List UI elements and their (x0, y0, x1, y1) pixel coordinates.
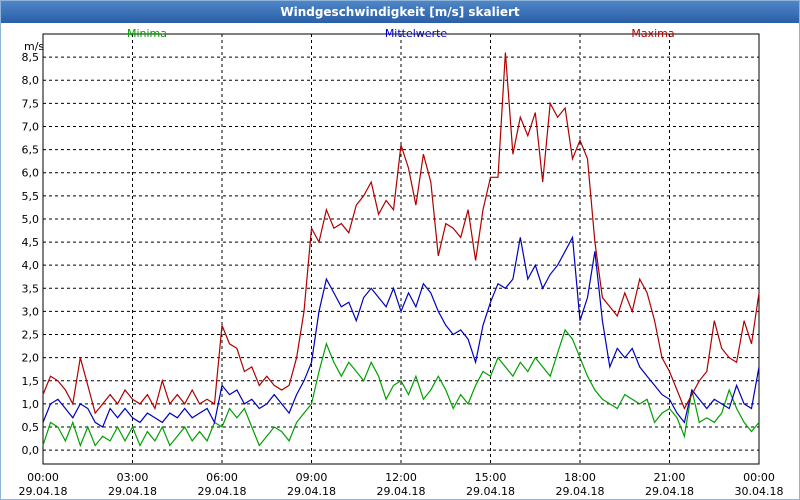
y-tick-label: 6,0 (22, 167, 40, 180)
y-tick-label: 8,0 (22, 74, 40, 87)
chart-canvas: 0,0 0,5 1,0 1,5 2,0 2,5 3,0 3,5 4,0 4,5 5,0 5,5 6,0 6… (19, 27, 784, 498)
x-tick-time-label: 21:00 (654, 471, 686, 484)
x-tick-time-label: 15:00 (475, 471, 507, 484)
legend-entry-maxima: Maxima (631, 27, 674, 40)
y-tick-label: 0,5 (22, 421, 40, 434)
y-tick-label: 8,5 (22, 51, 40, 64)
y-axis-labels: 0,0 0,5 1,0 1,5 2,0 2,5 3,0 3,5 4,0 4,5 5,0 5,5 6,0 6… (22, 51, 40, 457)
x-tick-date-label: 29.04.18 (198, 485, 247, 498)
y-tick-label: 0,0 (22, 444, 40, 457)
y-tick-label: 4,0 (22, 259, 40, 272)
y-tick-label: 6,5 (22, 144, 40, 157)
y-tick-label: 2,5 (22, 329, 40, 342)
x-tick-time-label: 12:00 (385, 471, 417, 484)
x-tick-date-label: 29.04.18 (19, 485, 68, 498)
x-tick-date-label: 29.04.18 (377, 485, 426, 498)
x-tick-date-label: 29.04.18 (108, 485, 157, 498)
y-tick-label: 3,0 (22, 305, 40, 318)
y-tick-label: 3,5 (22, 282, 40, 295)
y-tick-label: 5,0 (22, 213, 40, 226)
x-tick-date-label: 29.04.18 (287, 485, 336, 498)
y-tick-label: 7,0 (22, 120, 40, 133)
x-tick-time-label: 18:00 (564, 471, 596, 484)
y-tick-label: 4,5 (22, 236, 40, 249)
y-tick-label: 2,0 (22, 352, 40, 365)
legend-entry-mittelwerte: Mittelwerte (385, 27, 448, 40)
x-tick-time-label: 06:00 (206, 471, 238, 484)
y-tick-label: 5,5 (22, 190, 40, 203)
x-tick-time-label: 00:00 (743, 471, 775, 484)
x-tick-date-label: 30.04.18 (735, 485, 784, 498)
x-tick-date-label: 29.04.18 (645, 485, 694, 498)
legend-entry-minima: Minima (127, 27, 167, 40)
x-axis-labels: 00:0029.04.1803:0029.04.1806:0029.04.180… (19, 471, 784, 498)
y-tick-label: 7,5 (22, 97, 40, 110)
x-tick-time-label: 00:00 (27, 471, 59, 484)
x-tick-date-label: 29.04.18 (466, 485, 515, 498)
x-tick-date-label: 29.04.18 (556, 485, 605, 498)
y-axis-unit-label: m/s (24, 40, 44, 53)
chart-window: Windgeschwindigkeit [m/s] skaliert 0,0 0,… (0, 0, 800, 500)
y-tick-label: 1,5 (22, 375, 40, 388)
x-tick-time-label: 09:00 (296, 471, 328, 484)
y-tick-label: 1,0 (22, 398, 40, 411)
x-tick-time-label: 03:00 (117, 471, 149, 484)
